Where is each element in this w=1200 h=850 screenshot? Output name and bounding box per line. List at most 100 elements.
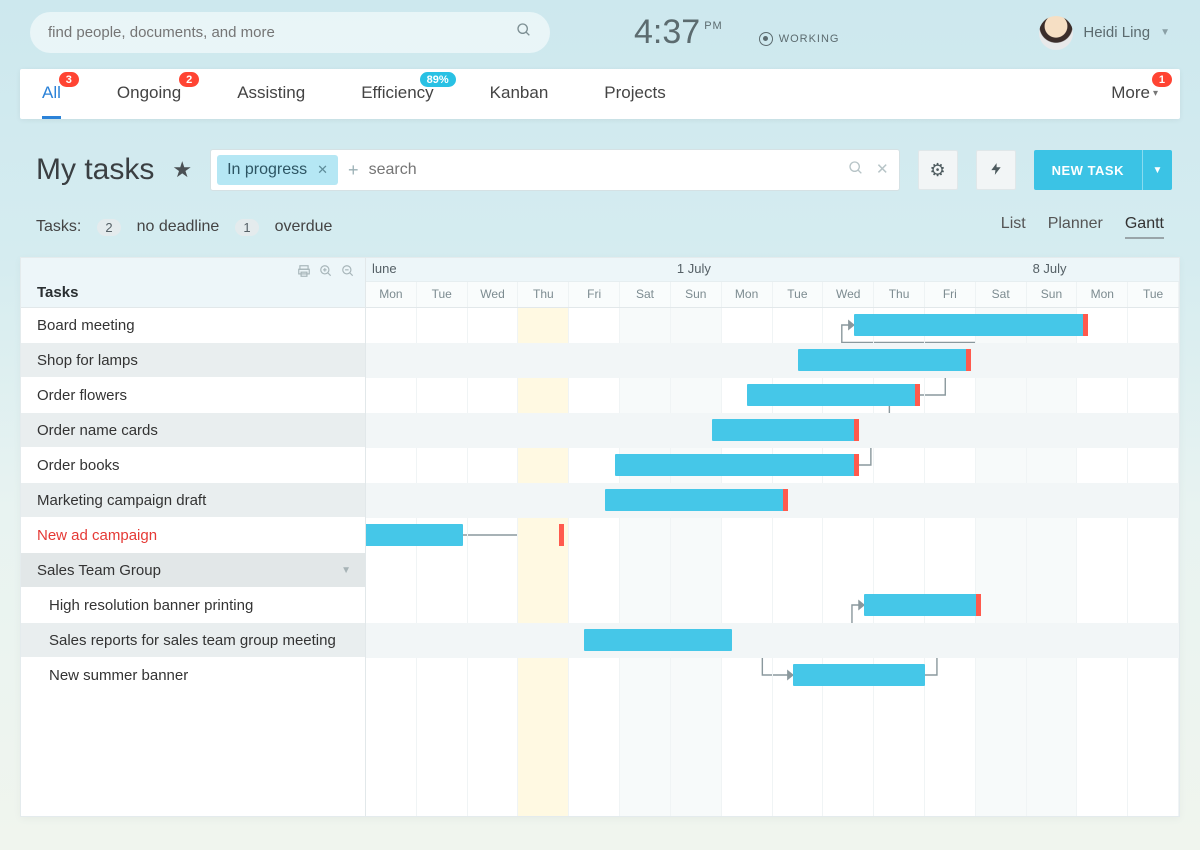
tab-label: Kanban: [490, 83, 549, 102]
tab-kanban[interactable]: Kanban: [490, 83, 549, 119]
task-label: New summer banner: [49, 667, 188, 684]
filter-chip-in-progress[interactable]: In progress ✕: [217, 155, 338, 185]
global-search-input[interactable]: [48, 24, 516, 41]
gantt-bar[interactable]: [584, 629, 731, 651]
page-title: My tasks: [36, 153, 154, 187]
task-label: Order name cards: [37, 422, 158, 439]
tab-more[interactable]: More ▾ 1: [1111, 83, 1158, 119]
search-icon[interactable]: [848, 160, 864, 181]
tab-all[interactable]: All 3: [42, 83, 61, 119]
gantt-bar[interactable]: [798, 349, 971, 371]
view-switch: List Planner Gantt: [1001, 215, 1164, 239]
gantt-timeline[interactable]: lune 1 July 8 July MonTueWedThuFriSatSun…: [366, 258, 1179, 816]
no-deadline-label[interactable]: no deadline: [137, 218, 220, 236]
user-menu[interactable]: Heidi Ling ▼: [1039, 16, 1170, 50]
tab-projects[interactable]: Projects: [604, 83, 665, 119]
gantt-bar[interactable]: [747, 384, 920, 406]
week-label: lune: [366, 258, 671, 281]
day-header: Thu: [874, 282, 925, 307]
timeline-body: [366, 308, 1179, 816]
task-row[interactable]: Order name cards: [21, 413, 365, 448]
task-row[interactable]: Sales reports for sales team group meeti…: [21, 623, 365, 658]
deadline-marker: [854, 454, 859, 476]
gear-icon: ⚙: [930, 160, 946, 181]
gantt-bar[interactable]: [712, 419, 859, 441]
task-label: High resolution banner printing: [49, 597, 253, 614]
grid-column: [620, 308, 671, 816]
tab-assisting[interactable]: Assisting: [237, 83, 305, 119]
clock-time: 4:37: [634, 13, 700, 52]
zoom-in-icon[interactable]: [319, 264, 333, 281]
star-icon[interactable]: ★: [172, 157, 192, 183]
user-name: Heidi Ling: [1083, 24, 1150, 41]
no-deadline-count: 2: [97, 219, 120, 236]
plus-icon[interactable]: +: [348, 160, 359, 181]
tab-ongoing[interactable]: Ongoing 2: [117, 83, 181, 119]
day-header: Wed: [823, 282, 874, 307]
tasks-prefix: Tasks:: [36, 218, 81, 236]
grid-column: [417, 308, 468, 816]
tab-efficiency[interactable]: Efficiency 89%: [361, 83, 433, 119]
task-list-column: Tasks Board meetingShop for lampsOrder f…: [21, 258, 366, 816]
task-row[interactable]: Board meeting: [21, 308, 365, 343]
gantt-panel: Tasks Board meetingShop for lampsOrder f…: [20, 257, 1180, 817]
task-row[interactable]: Order flowers: [21, 378, 365, 413]
overdue-label[interactable]: overdue: [275, 218, 333, 236]
day-header: Sun: [1027, 282, 1078, 307]
chevron-down-icon[interactable]: ▼: [341, 565, 351, 576]
chevron-down-icon: ▼: [1160, 27, 1170, 38]
grid-column: [569, 308, 620, 816]
clock-ampm: PM: [704, 20, 723, 32]
view-planner[interactable]: Planner: [1048, 215, 1103, 239]
view-list[interactable]: List: [1001, 215, 1026, 239]
chip-label: In progress: [227, 161, 307, 179]
grid-column: [1077, 308, 1128, 816]
task-filter[interactable]: In progress ✕ + ✕: [210, 149, 900, 191]
zoom-out-icon[interactable]: [341, 264, 355, 281]
filter-search-input[interactable]: [365, 157, 842, 183]
day-header: Sat: [976, 282, 1027, 307]
presence-status[interactable]: WORKING: [759, 32, 840, 46]
day-header: Sun: [671, 282, 722, 307]
global-search[interactable]: [30, 12, 550, 53]
new-task-dropdown[interactable]: ▼: [1142, 150, 1172, 190]
tab-label: All: [42, 83, 61, 102]
gantt-bar[interactable]: [854, 314, 1088, 336]
gantt-bar[interactable]: [605, 489, 788, 511]
grid-column: [925, 308, 976, 816]
settings-button[interactable]: ⚙: [918, 150, 958, 190]
deadline-marker: [854, 419, 859, 441]
task-rows-container: Board meeting Shop for lamps Order flowers…: [21, 308, 365, 693]
day-header: Tue: [773, 282, 824, 307]
view-gantt[interactable]: Gantt: [1125, 215, 1164, 239]
quick-actions-button[interactable]: [976, 150, 1016, 190]
workspace-tabs: All 3 Ongoing 2 Assisting Efficiency 89%…: [20, 69, 1180, 119]
new-task-button[interactable]: NEW TASK: [1034, 150, 1142, 190]
row-stripe: [366, 623, 1179, 658]
task-row[interactable]: New ad campaign: [21, 518, 365, 553]
gantt-bar[interactable]: [864, 594, 981, 616]
gantt-bar[interactable]: [615, 454, 859, 476]
task-label: Sales reports for sales team group meeti…: [49, 632, 336, 649]
print-icon[interactable]: [297, 264, 311, 281]
day-header: Mon: [366, 282, 417, 307]
tab-label: Ongoing: [117, 83, 181, 102]
close-icon[interactable]: ✕: [317, 162, 328, 178]
gantt-bar[interactable]: [366, 524, 463, 546]
task-row[interactable]: Marketing campaign draft: [21, 483, 365, 518]
task-row[interactable]: Shop for lamps: [21, 343, 365, 378]
task-row[interactable]: Order books: [21, 448, 365, 483]
task-row[interactable]: High resolution banner printing: [21, 588, 365, 623]
task-row[interactable]: Sales Team Group▼: [21, 553, 365, 588]
chevron-down-icon: ▾: [1153, 88, 1158, 99]
caret-down-icon: ▼: [1153, 165, 1163, 176]
task-row[interactable]: New summer banner: [21, 658, 365, 693]
badge: 2: [179, 72, 199, 87]
gantt-bar[interactable]: [793, 664, 925, 686]
day-header: Fri: [925, 282, 976, 307]
tab-label: More: [1111, 83, 1150, 103]
clear-filter-icon[interactable]: ✕: [876, 160, 889, 181]
grid-column: [671, 308, 722, 816]
day-header: Mon: [1077, 282, 1128, 307]
task-label: Shop for lamps: [37, 352, 138, 369]
